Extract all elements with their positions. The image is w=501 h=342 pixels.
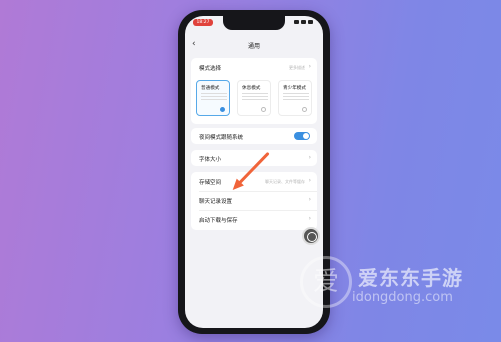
watermark-url: idongdong.com [352,290,453,305]
mode-description [201,93,227,101]
mode-option-rest[interactable]: 休息模式 [237,80,271,116]
mode-description [283,93,309,101]
wifi-icon [301,20,306,24]
storage-hint: 聊天记录、文件等缓存 [265,179,305,184]
mode-section-hint: 更多描述 [289,65,305,70]
check-icon[interactable] [220,107,225,112]
battery-icon [308,20,313,24]
mode-option-normal[interactable]: 普通模式 [196,80,230,116]
dark-mode-label: 夜间模式跟随系统 [199,135,244,141]
assistive-touch-button[interactable] [302,227,320,245]
divider [199,191,317,192]
chat-record-label[interactable]: 聊天记录设置 [199,197,232,205]
chevron-right-icon[interactable]: › [309,177,311,184]
radio-icon[interactable] [302,107,307,112]
chevron-right-icon[interactable]: › [309,215,311,222]
chevron-right-icon: › [308,154,311,161]
chevron-right-icon[interactable]: › [309,196,311,203]
status-time: 18:27 [193,19,213,26]
signal-icon [294,20,299,24]
mode-option-label: 青少年模式 [283,86,306,91]
dark-mode-toggle[interactable] [294,132,310,140]
divider [199,210,317,211]
font-size-card[interactable]: 字体大小 › [191,150,317,166]
mode-section-title: 模式选择 [199,66,222,72]
mode-option-label: 休息模式 [242,86,261,91]
nav-bar: ‹ 通用 [185,36,323,54]
mode-option-label: 普通模式 [201,86,220,91]
mode-description [242,93,268,101]
mode-option-teen[interactable]: 青少年模式 [278,80,312,116]
status-icons [294,20,313,24]
chevron-right-icon[interactable]: › [309,63,311,70]
font-size-label: 字体大小 [199,157,222,163]
notch [223,16,285,30]
watermark-text: 爱东东手游 [358,266,463,290]
dark-mode-card: 夜间模式跟随系统 [191,128,317,144]
watermark-logo: 爱 [300,256,352,308]
page-title: 通用 [247,43,260,50]
radio-icon[interactable] [261,107,266,112]
storage-label[interactable]: 存储空间 [199,178,221,186]
settings-card: 存储空间 聊天记录、文件等缓存 › 聊天记录设置 › 启动下载与保存 › [191,172,317,230]
download-save-label[interactable]: 启动下载与保存 [199,216,238,224]
mode-card: 模式选择 更多描述 › 普通模式 休息模式 青少年模式 [191,58,317,124]
